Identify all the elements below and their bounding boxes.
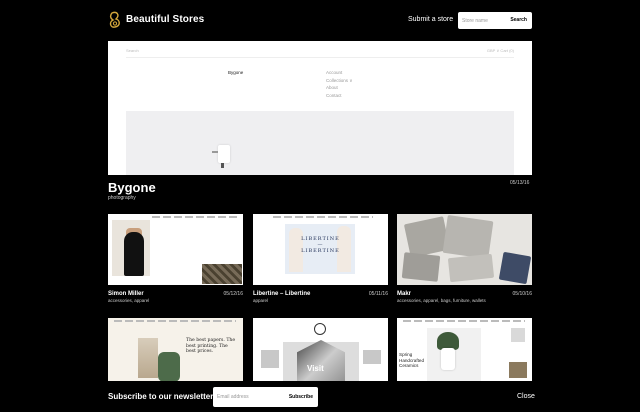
preview-nav-item: Collections ∨ bbox=[326, 77, 353, 83]
side-image bbox=[509, 362, 527, 378]
model-image bbox=[112, 220, 150, 276]
preview-nav-item: About bbox=[326, 85, 338, 91]
newsletter-form: Subscribe bbox=[213, 387, 318, 407]
store-thumbnail[interactable]: LIBERTINE — LIBERTINE bbox=[253, 214, 388, 285]
newsletter-label: Subscribe to our newsletter bbox=[108, 392, 214, 401]
store-title[interactable]: Makr bbox=[397, 291, 411, 297]
preview-brand: Bygone bbox=[228, 70, 244, 75]
store-thumbnail[interactable]: The best papers. The best printing. The … bbox=[108, 318, 243, 389]
store-tags[interactable]: accessories, apparel bbox=[108, 298, 149, 303]
featured-category[interactable]: photography bbox=[108, 195, 136, 201]
site-header: Beautiful Stores Submit a store Search bbox=[0, 0, 640, 40]
thumb-tagline: Spring Handcrafted Ceramics bbox=[399, 352, 425, 369]
preview-nav: Account Collections ∨ About Contact bbox=[326, 69, 353, 99]
store-tags[interactable]: apparel bbox=[253, 298, 268, 303]
search-box: Search bbox=[458, 12, 532, 29]
search-input[interactable] bbox=[462, 12, 506, 29]
side-image bbox=[363, 350, 381, 364]
thumb-tagline: Visit bbox=[307, 364, 324, 373]
store-tags[interactable]: accessories, apparel, bags, furniture, w… bbox=[397, 298, 486, 303]
featured-date: 05/13/16 bbox=[510, 180, 530, 186]
bag-image bbox=[498, 251, 532, 285]
newsletter-bar: Subscribe to our newsletter Subscribe Cl… bbox=[0, 381, 640, 412]
libertine-wordmark: LIBERTINE — LIBERTINE bbox=[301, 236, 340, 254]
email-field[interactable] bbox=[217, 387, 283, 407]
featured-store-preview[interactable]: Search GBP ∨ Cart (0) Bygone Account Col… bbox=[108, 41, 532, 175]
store-date: 05/12/16 bbox=[223, 291, 243, 297]
store-thumbnail[interactable] bbox=[108, 214, 243, 285]
preview-top-bar: Search GBP ∨ Cart (0) bbox=[126, 44, 514, 58]
thumb-tagline: The best papers. The best printing. The … bbox=[186, 338, 236, 355]
store-date: 05/10/16 bbox=[512, 291, 532, 297]
thumb-nav bbox=[273, 216, 373, 218]
close-button[interactable]: Close bbox=[517, 393, 535, 400]
thumb-nav bbox=[114, 320, 236, 322]
store-title[interactable]: Simon Miller bbox=[108, 291, 144, 297]
preview-search-text: Search bbox=[126, 48, 139, 53]
plug-image bbox=[212, 145, 230, 168]
bag-image bbox=[447, 253, 495, 283]
store-logo-icon bbox=[314, 323, 326, 335]
preview-nav-item: Account bbox=[326, 70, 343, 75]
store-thumbnail[interactable]: Spring Handcrafted Ceramics bbox=[397, 318, 532, 389]
thumb-nav bbox=[403, 320, 525, 322]
store-title[interactable]: Libertine – Libertine bbox=[253, 291, 310, 297]
plant-image bbox=[158, 352, 180, 382]
side-image bbox=[511, 328, 525, 342]
site-title[interactable]: Beautiful Stores bbox=[126, 14, 204, 25]
search-button[interactable]: Search bbox=[510, 17, 527, 23]
thumb-nav bbox=[152, 216, 238, 218]
stone-image bbox=[202, 264, 242, 284]
vase-image bbox=[441, 348, 455, 370]
book-image bbox=[138, 338, 158, 378]
bag-image bbox=[401, 252, 441, 282]
logo-icon[interactable] bbox=[108, 11, 122, 29]
side-image bbox=[261, 350, 279, 368]
preview-hero-image bbox=[126, 111, 514, 175]
featured-title[interactable]: Bygone bbox=[108, 180, 156, 195]
preview-cart-text: GBP ∨ Cart (0) bbox=[486, 48, 514, 53]
store-thumbnail[interactable]: Visit bbox=[253, 318, 388, 389]
subscribe-button[interactable]: Subscribe bbox=[289, 394, 313, 400]
bag-image bbox=[442, 214, 494, 260]
store-thumbnail[interactable] bbox=[397, 214, 532, 285]
store-date: 05/11/16 bbox=[368, 291, 388, 297]
preview-nav-item: Contact bbox=[326, 92, 342, 98]
submit-store-link[interactable]: Submit a store bbox=[408, 16, 453, 23]
